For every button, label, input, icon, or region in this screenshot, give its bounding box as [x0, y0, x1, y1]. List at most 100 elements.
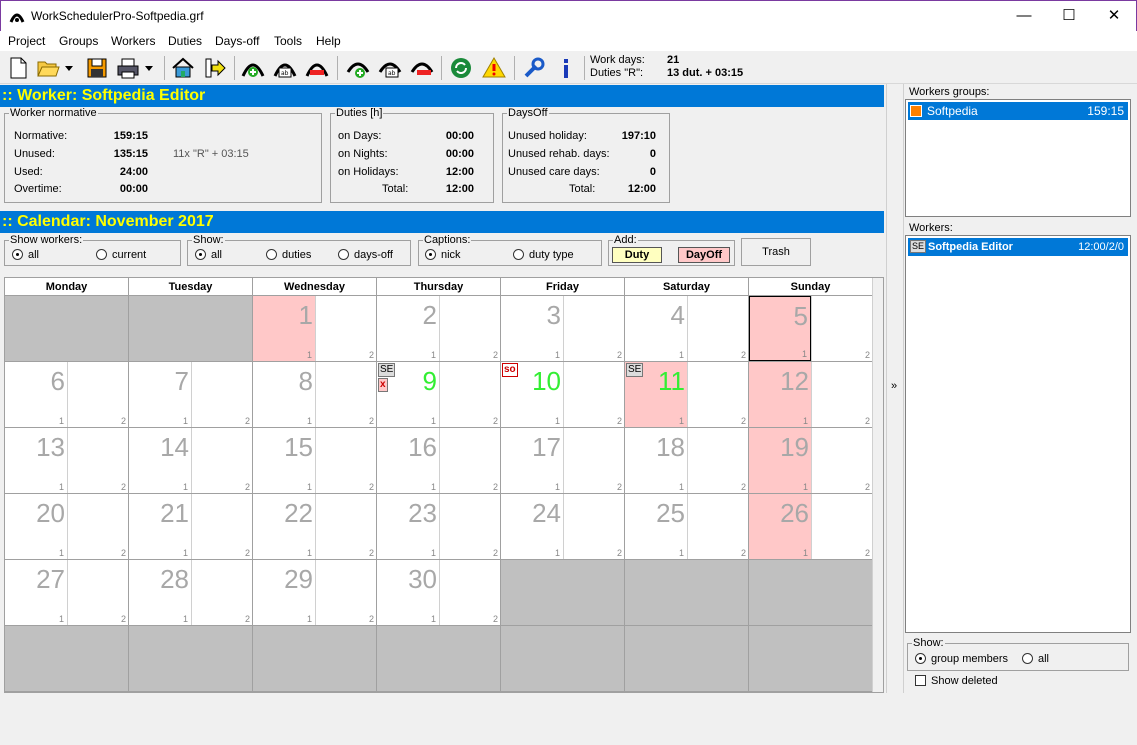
shift-1-slot[interactable]: 20 1 — [5, 494, 67, 559]
save-icon[interactable] — [85, 56, 109, 80]
menu-tools[interactable]: Tools — [274, 34, 302, 48]
worker-item-softpedia-editor[interactable]: SE Softpedia Editor 12:00/2/0 — [908, 238, 1128, 256]
calendar-day-24[interactable]: 24 1 2 — [501, 494, 625, 560]
print-dropdown-icon[interactable] — [142, 56, 156, 80]
duty-tag-se[interactable]: SE — [626, 363, 644, 377]
shift-1-slot[interactable]: 11 — [253, 296, 315, 361]
duty-tag-se[interactable]: SE — [378, 363, 396, 377]
shift-2-slot[interactable]: 2 — [563, 494, 625, 559]
calendar-day-10[interactable]: 10 1 so 2 — [501, 362, 625, 428]
shift-1-slot[interactable]: 30 1 — [377, 560, 439, 625]
shift-1-slot[interactable]: 14 1 — [129, 428, 191, 493]
new-file-icon[interactable] — [6, 56, 30, 80]
calendar-day-9[interactable]: 9 1 SE x 2 — [377, 362, 501, 428]
show-workers-all-radio[interactable]: all — [12, 249, 39, 261]
calendar-day-18[interactable]: 18 1 2 — [625, 428, 749, 494]
calendar-day-25[interactable]: 25 1 2 — [625, 494, 749, 560]
calendar-day-16[interactable]: 16 1 2 — [377, 428, 501, 494]
shift-1-slot[interactable]: 15 1 — [253, 428, 315, 493]
warning-icon[interactable] — [482, 56, 506, 80]
calendar-day-12[interactable]: 12 1 2 — [749, 362, 873, 428]
duty-tag-so[interactable]: so — [502, 363, 518, 377]
shift-2-slot[interactable]: 2 — [687, 296, 749, 361]
remove-worker-icon[interactable] — [305, 56, 329, 80]
menu-workers[interactable]: Workers — [111, 34, 155, 48]
info-icon[interactable] — [554, 56, 578, 80]
shift-2-slot[interactable]: 2 — [315, 296, 377, 361]
duty-tag-x[interactable]: x — [378, 378, 388, 392]
shift-2-slot[interactable]: 2 — [687, 362, 749, 427]
export-arrow-icon[interactable] — [203, 56, 227, 80]
tools-wrench-icon[interactable] — [522, 56, 546, 80]
show-all-radio[interactable]: all — [195, 249, 222, 261]
calendar-day-22[interactable]: 22 1 2 — [253, 494, 377, 560]
shift-1-slot[interactable]: 81 — [253, 362, 315, 427]
calendar-day-3[interactable]: 312 — [501, 296, 625, 362]
shift-2-slot[interactable]: 2 — [67, 560, 129, 625]
shift-1-slot[interactable]: 17 1 — [501, 428, 563, 493]
shift-1-slot[interactable]: 22 1 — [253, 494, 315, 559]
shift-1-slot[interactable]: 51 — [749, 296, 811, 361]
show-duties-radio[interactable]: duties — [266, 249, 311, 261]
shift-1-slot[interactable]: 27 1 — [5, 560, 67, 625]
shift-2-slot[interactable]: 2 — [315, 428, 377, 493]
shift-2-slot[interactable]: 2 — [811, 428, 873, 493]
calendar-day-11[interactable]: 11 1 SE 2 — [625, 362, 749, 428]
shift-1-slot[interactable]: 10 1 so — [501, 362, 563, 427]
shift-2-slot[interactable]: 2 — [811, 494, 873, 559]
shift-2-slot[interactable]: 2 — [563, 362, 625, 427]
shift-2-slot[interactable]: 2 — [67, 428, 129, 493]
add-group-icon[interactable] — [346, 56, 370, 80]
show-workers-current-radio[interactable]: current — [96, 249, 146, 261]
calendar-scrollbar[interactable] — [872, 278, 883, 692]
calendar-day-30[interactable]: 30 1 2 — [377, 560, 501, 626]
minimize-button[interactable]: — — [1001, 1, 1047, 31]
shift-1-slot[interactable]: 23 1 — [377, 494, 439, 559]
shift-2-slot[interactable]: 2 — [315, 560, 377, 625]
shift-1-slot[interactable]: 28 1 — [129, 560, 191, 625]
add-worker-icon[interactable] — [241, 56, 265, 80]
home-icon[interactable] — [171, 56, 195, 80]
shift-1-slot[interactable]: 18 1 — [625, 428, 687, 493]
refresh-icon[interactable] — [449, 56, 473, 80]
shift-2-slot[interactable]: 2 — [191, 428, 253, 493]
shift-1-slot[interactable]: 41 — [625, 296, 687, 361]
calendar-day-17[interactable]: 17 1 2 — [501, 428, 625, 494]
show-deleted-checkbox[interactable]: Show deleted — [915, 675, 998, 687]
edit-group-icon[interactable]: ab — [378, 56, 402, 80]
calendar-day-5[interactable]: 512 — [749, 296, 873, 362]
shift-2-slot[interactable]: 2 — [191, 560, 253, 625]
maximize-button[interactable]: ☐ — [1046, 1, 1092, 31]
shift-1-slot[interactable]: 21 — [377, 296, 439, 361]
calendar-day-29[interactable]: 29 1 2 — [253, 560, 377, 626]
shift-1-slot[interactable]: 9 1 SE x — [377, 362, 439, 427]
shift-1-slot[interactable]: 21 1 — [129, 494, 191, 559]
calendar-day-4[interactable]: 412 — [625, 296, 749, 362]
menu-days-off[interactable]: Days-off — [215, 34, 259, 48]
calendar-day-26[interactable]: 26 1 2 — [749, 494, 873, 560]
shift-2-slot[interactable]: 2 — [811, 362, 873, 427]
shift-1-slot[interactable]: 13 1 — [5, 428, 67, 493]
shift-2-slot[interactable]: 2 — [439, 362, 501, 427]
calendar-day-2[interactable]: 212 — [377, 296, 501, 362]
calendar-day-1[interactable]: 112 — [253, 296, 377, 362]
show-daysoff-radio[interactable]: days-off — [338, 249, 393, 261]
shift-1-slot[interactable]: 31 — [501, 296, 563, 361]
panel-splitter[interactable]: » — [886, 84, 904, 693]
dropdown-arrow-icon[interactable] — [62, 56, 76, 80]
workers-list[interactable]: SE Softpedia Editor 12:00/2/0 — [905, 235, 1131, 633]
shift-2-slot[interactable]: 2 — [687, 428, 749, 493]
shift-2-slot[interactable]: 2 — [67, 494, 129, 559]
shift-2-slot[interactable]: 2 — [439, 560, 501, 625]
calendar-day-19[interactable]: 19 1 2 — [749, 428, 873, 494]
calendar-day-27[interactable]: 27 1 2 — [5, 560, 129, 626]
shift-2-slot[interactable]: 2 — [191, 362, 253, 427]
collapse-panel-icon[interactable]: » — [891, 380, 897, 392]
calendar-day-23[interactable]: 23 1 2 — [377, 494, 501, 560]
shift-2-slot[interactable]: 2 — [439, 494, 501, 559]
calendar-day-21[interactable]: 21 1 2 — [129, 494, 253, 560]
print-icon[interactable] — [116, 56, 140, 80]
shift-1-slot[interactable]: 11 1 SE — [625, 362, 687, 427]
menu-help[interactable]: Help — [316, 34, 341, 48]
trash-button[interactable]: Trash — [741, 238, 811, 266]
